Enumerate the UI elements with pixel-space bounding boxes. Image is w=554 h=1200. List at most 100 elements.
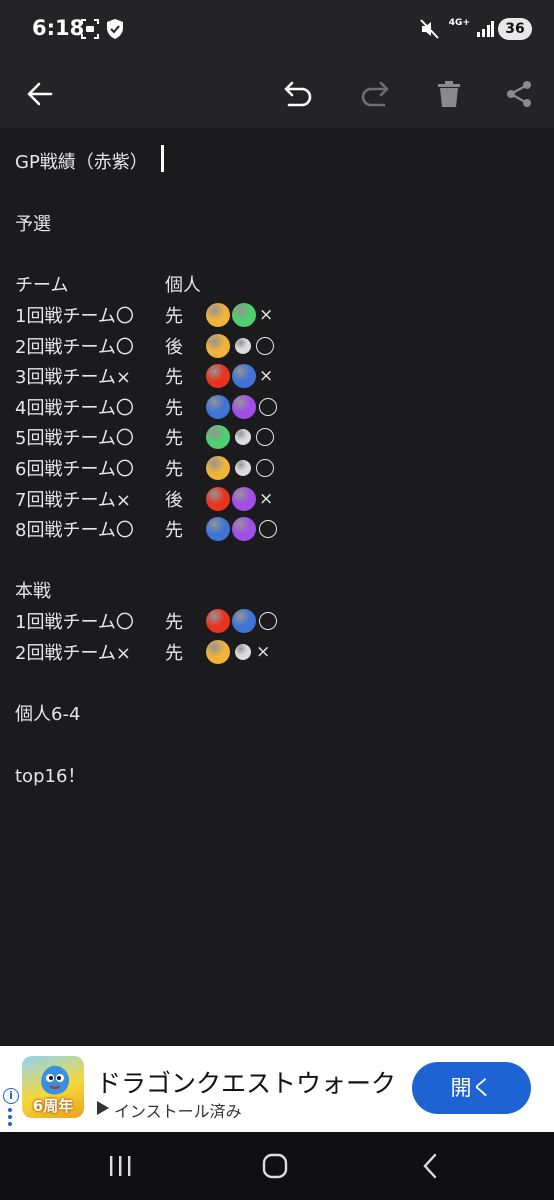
red-ball-icon [206, 609, 230, 633]
main-row-team: 2回戦チーム× [15, 643, 131, 664]
purple-ball-icon [232, 517, 256, 542]
orange-ball-icon [206, 333, 230, 358]
blue-ball-icon [206, 517, 230, 542]
loss-mark: × [259, 488, 274, 509]
arrow-left-icon [27, 82, 53, 106]
blue-ball-icon [232, 364, 256, 389]
ad-open-button[interactable]: 開く [412, 1062, 531, 1114]
win-circle-icon [256, 336, 274, 355]
white-ball-icon [235, 644, 251, 660]
delete-button[interactable] [423, 68, 475, 120]
ad-banner[interactable]: i 6周年 ドラゴンクエストウォーク インストール済み 開く [0, 1046, 554, 1132]
back-button[interactable] [14, 68, 66, 120]
status-time: 6:18 [32, 16, 85, 40]
redo-button[interactable] [349, 68, 401, 120]
trash-icon [438, 81, 460, 107]
share-icon [507, 81, 531, 107]
qualifier-row-individual-results: × [206, 364, 274, 389]
win-circle-icon [256, 428, 274, 447]
qualifier-row-individual-results: × [206, 303, 273, 327]
section-main: 本戦 [15, 581, 51, 602]
qualifier-row-order: 先 [165, 459, 183, 480]
win-circle-icon [256, 459, 274, 477]
shield-icon [106, 18, 124, 44]
white-ball-icon [235, 337, 251, 354]
ad-menu-icon[interactable] [8, 1108, 12, 1129]
final-result: top16！ [15, 766, 86, 787]
orange-ball-icon [206, 456, 230, 480]
qualifier-row-team: 6回戦チーム〇 [15, 459, 134, 480]
green-ball-icon [206, 425, 230, 450]
back-chevron-icon [423, 1153, 437, 1179]
green-ball-icon [232, 303, 256, 327]
qualifier-row-order: 先 [165, 306, 183, 327]
ad-info-icon[interactable]: i [3, 1088, 19, 1104]
loss-mark: × [259, 305, 274, 325]
undo-button[interactable] [272, 68, 324, 120]
section-qualifier: 予選 [15, 214, 51, 235]
screenshot-icon [80, 18, 100, 44]
main-row-individual-results: × [206, 640, 270, 664]
mute-icon [420, 18, 440, 44]
qualifier-row-individual-results: × [206, 486, 274, 511]
purple-ball-icon [232, 486, 256, 511]
recents-icon [110, 1156, 131, 1176]
qualifier-row-individual-results [206, 456, 274, 480]
qualifier-row-individual-results [206, 333, 274, 358]
header-individual: 個人 [165, 275, 201, 296]
signal-icon [476, 20, 494, 42]
individual-record: 個人6-4 [15, 704, 81, 725]
qualifier-row-team: 5回戦チーム〇 [15, 428, 134, 450]
qualifier-row-team: 1回戦チーム〇 [15, 306, 134, 327]
purple-ball-icon [232, 394, 256, 419]
redo-icon [361, 81, 389, 107]
qualifier-row-team: 2回戦チーム〇 [15, 336, 134, 358]
win-circle-icon [259, 397, 277, 416]
win-circle-icon [259, 612, 277, 630]
loss-mark: × [256, 642, 271, 662]
qualifier-row-order: 先 [165, 367, 183, 389]
note-editor[interactable]: GP戦績（赤紫） 予選 チーム 個人 1回戦チーム〇先 × 2回戦チーム〇後 3回戦チ… [0, 128, 554, 1046]
qualifier-row-order: 先 [165, 397, 183, 419]
editor-toolbar [0, 60, 554, 128]
main-row-order: 先 [165, 643, 183, 664]
qualifier-row-order: 先 [165, 520, 183, 542]
red-ball-icon [206, 364, 230, 389]
qualifier-row-team: 8回戦チーム〇 [15, 520, 134, 542]
main-row-individual-results [206, 609, 277, 633]
share-button[interactable] [493, 68, 545, 120]
home-button[interactable] [245, 1146, 305, 1186]
status-bar: 6:18 4G+ 36 [0, 0, 554, 60]
blue-ball-icon [206, 394, 230, 419]
home-icon [262, 1153, 288, 1179]
qualifier-row-team: 4回戦チーム〇 [15, 397, 134, 419]
system-nav-bar [0, 1132, 554, 1200]
white-ball-icon [235, 429, 251, 446]
qualifier-row-team: 7回戦チーム× [15, 489, 131, 511]
play-store-icon [96, 1100, 110, 1120]
blue-ball-icon [232, 609, 256, 633]
network-type: 4G+ [448, 18, 470, 28]
battery-level: 36 [498, 18, 532, 40]
qualifier-row-individual-results [206, 517, 277, 542]
nav-back-button[interactable] [400, 1146, 460, 1186]
header-team: チーム [15, 275, 69, 296]
ad-title: ドラゴンクエストウォーク [96, 1069, 397, 1098]
app-icon[interactable]: 6周年 [22, 1056, 84, 1118]
ad-subtitle: インストール済み [114, 1102, 242, 1121]
app-icon-badge: 6周年 [32, 1097, 74, 1115]
white-ball-icon [235, 460, 251, 476]
text-cursor [161, 145, 164, 172]
orange-ball-icon [206, 303, 230, 327]
recents-button[interactable] [90, 1146, 150, 1186]
note-title: GP戦績（赤紫） [15, 152, 148, 173]
qualifier-row-order: 後 [165, 489, 183, 511]
win-circle-icon [259, 520, 277, 539]
undo-icon [284, 81, 312, 107]
qualifier-row-individual-results [206, 425, 274, 450]
main-row-order: 先 [165, 612, 183, 633]
qualifier-row-team: 3回戦チーム× [15, 367, 131, 389]
red-ball-icon [206, 486, 230, 511]
qualifier-row-order: 後 [165, 336, 183, 358]
loss-mark: × [259, 366, 274, 387]
